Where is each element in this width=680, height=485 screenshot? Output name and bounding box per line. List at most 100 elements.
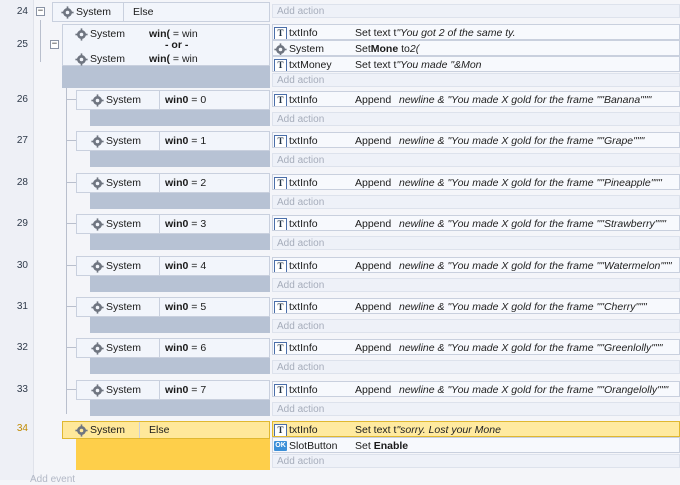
condition-text: Else <box>149 424 170 436</box>
add-action-link[interactable]: Add action <box>272 454 680 468</box>
line-number: 24 <box>16 6 28 17</box>
action-row[interactable]: TtxtInfo Set text t"sorry. Lost your Mone <box>272 421 680 437</box>
fruit-name: Greenlolly <box>603 342 652 354</box>
action-row[interactable]: TtxtInfo Append newline & "You made X gold… <box>272 298 680 314</box>
add-action-link[interactable]: Add action <box>272 112 680 126</box>
or-separator: - or - <box>165 39 189 51</box>
action-name-bold: Mone <box>370 43 399 55</box>
condition-rest: = 7 <box>191 384 207 396</box>
divider <box>159 257 160 275</box>
condition-block[interactable]: System win0 = 0 <box>76 90 270 110</box>
variable-name: win0 <box>165 301 189 313</box>
action-row[interactable]: TtxtMoney Set text t"You made "&Mon <box>272 56 680 72</box>
condition-fill <box>90 151 270 167</box>
add-action-link[interactable]: Add action <box>272 319 680 333</box>
collapse-toggle[interactable]: − <box>36 7 45 16</box>
variable-name: win0 <box>165 94 189 106</box>
add-action-link[interactable]: Add action <box>272 236 680 250</box>
text-icon: T <box>274 176 287 189</box>
add-action-link[interactable]: Add action <box>272 73 680 87</box>
action-name: Append <box>355 218 392 230</box>
condition-object: System <box>61 5 111 19</box>
action-name-bold: Enable <box>373 440 409 452</box>
param-suffix: """ <box>640 94 652 106</box>
condition-block[interactable]: System win( = win - or - System win( = w… <box>62 24 270 66</box>
gear-icon <box>91 300 104 314</box>
object-label: System <box>106 135 142 147</box>
text-icon: T <box>274 134 287 147</box>
action-row[interactable]: System SetMone to2( <box>272 40 680 56</box>
add-action-link[interactable]: Add action <box>272 278 680 292</box>
condition-block[interactable]: System win0 = 2 <box>76 173 270 193</box>
condition-block[interactable]: System win0 = 7 <box>76 380 270 400</box>
param-suffix: """ <box>654 218 666 230</box>
action-object: txtInfo <box>289 424 318 436</box>
action-row[interactable]: TtxtInfo Append newline & "You made X gold… <box>272 381 680 397</box>
condition-block[interactable]: System win0 = 5 <box>76 297 270 317</box>
action-param: "sorry. Lost your Mone <box>396 424 501 436</box>
action-row[interactable]: TtxtInfo Append newline & "You made X gold… <box>272 215 680 231</box>
action-row[interactable]: TtxtInfo Append newline & "You made X gold… <box>272 339 680 355</box>
condition-block[interactable]: System win0 = 4 <box>76 256 270 276</box>
gear-icon <box>75 52 88 66</box>
condition-block[interactable]: System win0 = 3 <box>76 214 270 234</box>
object-label: System <box>90 53 126 65</box>
ok-button-icon: OK <box>274 441 287 452</box>
condition-fill <box>62 66 270 88</box>
action-row[interactable]: TtxtInfo Append newline & "You made X gold… <box>272 257 680 273</box>
tree-guide <box>66 389 76 390</box>
condition-block[interactable]: System win0 = 1 <box>76 131 270 151</box>
action-row[interactable]: TtxtInfo Set text t"You got 2 of the same… <box>272 24 680 40</box>
condition-object: System <box>75 27 125 41</box>
text-icon: T <box>274 217 287 230</box>
action-name: Append <box>355 301 392 313</box>
line-number: 30 <box>16 260 28 271</box>
line-number: 31 <box>16 301 28 312</box>
fruit-name: Pineapple <box>603 177 651 189</box>
action-row[interactable]: TtxtInfo Append newline & "You made X gold… <box>272 132 680 148</box>
action-param: newline & "You made X gold for the frame… <box>399 342 662 354</box>
condition-fill <box>90 276 270 292</box>
param-suffix: """ <box>660 260 672 272</box>
object-label: System <box>106 384 142 396</box>
condition-fill <box>90 110 270 126</box>
condition-rest: = 1 <box>191 135 207 147</box>
action-row[interactable]: TtxtInfo Append newline & "You made X gold… <box>272 174 680 190</box>
param-suffix: """ <box>633 135 645 147</box>
param-prefix: newline & "You made X gold for the frame… <box>399 94 604 106</box>
line-number: 34 <box>16 423 28 434</box>
add-action-link[interactable]: Add action <box>272 195 680 209</box>
text-icon: T <box>274 341 287 354</box>
condition-block[interactable]: System win0 = 6 <box>76 338 270 358</box>
condition-block[interactable]: System Else <box>52 2 270 22</box>
action-row[interactable]: TtxtInfo Append newline & "You made X gold… <box>272 91 680 107</box>
divider <box>159 339 160 357</box>
action-row[interactable]: OK SlotButton Set Enable <box>272 437 680 453</box>
add-action-link[interactable]: Add action <box>272 4 680 18</box>
add-action-link[interactable]: Add action <box>272 153 680 167</box>
tree-guide <box>66 306 76 307</box>
divider <box>123 3 124 21</box>
gear-icon <box>91 383 104 397</box>
action-param: newline & "You made X gold for the frame… <box>399 94 651 106</box>
condition-text: win0 = 1 <box>165 134 206 148</box>
object-label: System <box>90 28 126 40</box>
condition-block-selected[interactable]: System Else <box>62 421 270 439</box>
param-prefix: newline & "You made X gold for the frame… <box>399 342 604 354</box>
text-icon: T <box>274 259 287 272</box>
action-name-pre: Set <box>355 43 371 55</box>
gear-icon <box>91 341 104 355</box>
gear-icon <box>91 217 104 231</box>
line-number: 28 <box>16 177 28 188</box>
divider <box>159 132 160 150</box>
gear-icon <box>91 93 104 107</box>
line-number-gutter <box>0 0 34 480</box>
action-name-pre: Set <box>355 440 374 452</box>
line-number: 33 <box>16 384 28 395</box>
collapse-toggle[interactable]: − <box>50 40 59 49</box>
action-name: Append <box>355 177 392 189</box>
variable-name: win0 <box>165 135 189 147</box>
condition-text: win0 = 0 <box>165 93 206 107</box>
add-action-link[interactable]: Add action <box>272 360 680 374</box>
add-action-link[interactable]: Add action <box>272 402 680 416</box>
